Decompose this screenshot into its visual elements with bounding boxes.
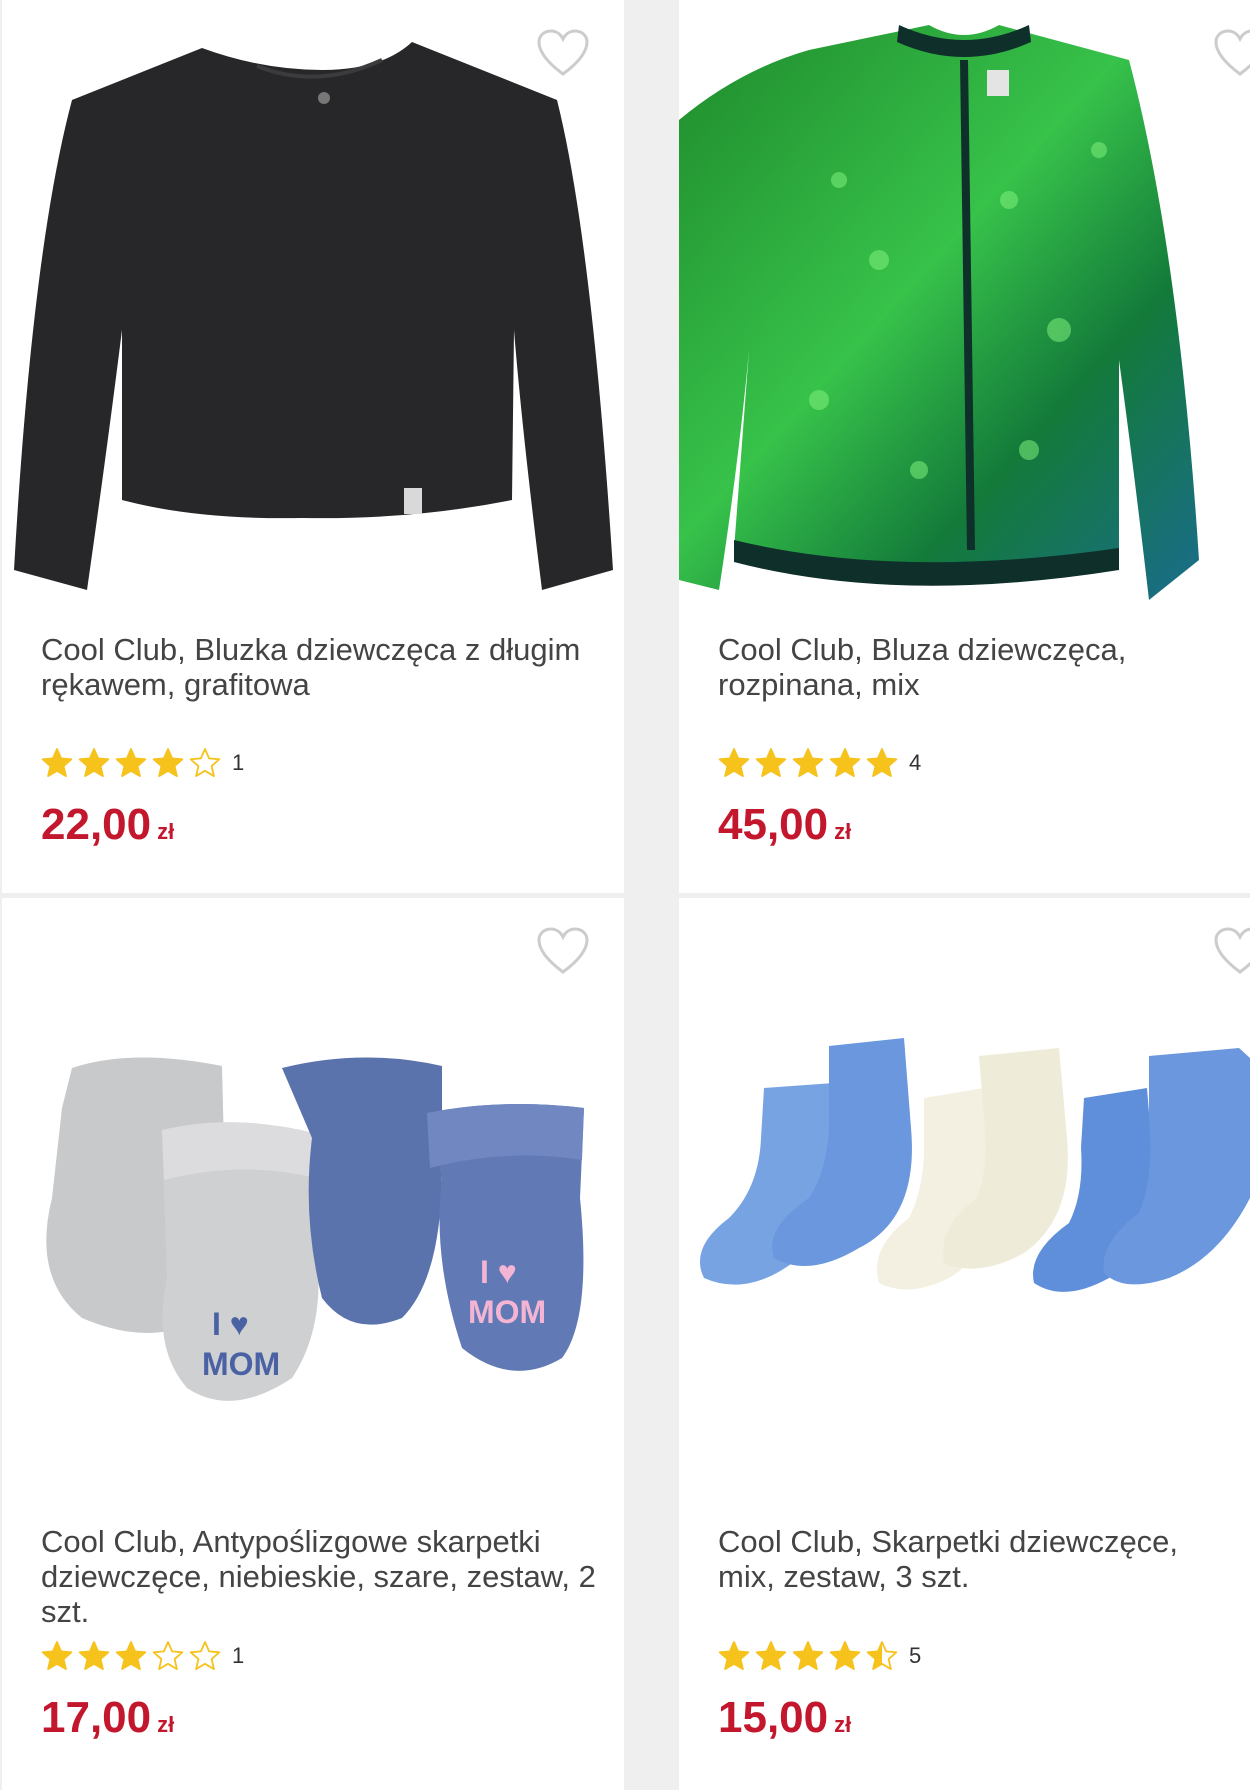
price-amount: 15,00 — [718, 1693, 829, 1742]
star-icon — [189, 1640, 221, 1672]
star-icon — [41, 747, 73, 779]
product-price: 15,00 zł — [718, 1693, 851, 1743]
star-icon — [41, 1640, 73, 1672]
price-amount: 45,00 — [718, 800, 829, 849]
wishlist-heart-icon[interactable] — [536, 28, 590, 78]
rating-count: 4 — [909, 750, 922, 775]
svg-text:I ♥: I ♥ — [480, 1254, 517, 1290]
star-icon — [152, 747, 184, 779]
product-card[interactable]: Cool Club, Bluza dziewczęca, rozpinana, … — [679, 0, 1250, 893]
star-icon — [718, 747, 750, 779]
product-rating: 4 — [718, 746, 921, 780]
star-icon — [866, 1640, 898, 1672]
star-icon — [78, 1640, 110, 1672]
product-title[interactable]: Cool Club, Skarpetki dziewczęce, mix, ze… — [718, 1524, 1226, 1594]
star-icon — [152, 1640, 184, 1672]
product-rating: 1 — [41, 1639, 244, 1673]
price-amount: 17,00 — [41, 1693, 152, 1742]
star-icon — [792, 747, 824, 779]
price-currency: zł — [157, 819, 175, 844]
rating-count: 1 — [232, 750, 245, 775]
wishlist-heart-icon[interactable] — [536, 926, 590, 976]
star-icon — [718, 1640, 750, 1672]
product-price: 17,00 zł — [41, 1693, 174, 1743]
star-icon — [115, 747, 147, 779]
product-price: 45,00 zł — [718, 800, 851, 850]
product-image-green-jacket[interactable] — [679, 0, 1250, 610]
product-card[interactable]: Cool Club, Skarpetki dziewczęce, mix, ze… — [679, 898, 1250, 1790]
rating-count: 1 — [232, 1643, 245, 1668]
product-card[interactable]: I ♥ MOM I ♥ MOM Cool Club, Antypoślizgow… — [2, 898, 624, 1790]
wishlist-heart-icon[interactable] — [1213, 28, 1250, 78]
price-currency: zł — [834, 1712, 852, 1737]
star-icon — [78, 747, 110, 779]
svg-text:MOM: MOM — [468, 1294, 546, 1330]
product-rating: 1 — [41, 746, 244, 780]
product-image-black-top[interactable] — [2, 0, 624, 610]
star-icon — [792, 1640, 824, 1672]
price-currency: zł — [157, 1712, 175, 1737]
product-image-socks-set[interactable] — [679, 898, 1250, 1508]
product-card[interactable]: Cool Club, Bluzka dziewczęca z długim rę… — [2, 0, 624, 893]
star-icon — [829, 747, 861, 779]
rating-count: 5 — [909, 1643, 922, 1668]
star-icon — [866, 747, 898, 779]
price-amount: 22,00 — [41, 800, 152, 849]
star-icon — [755, 747, 787, 779]
product-title[interactable]: Cool Club, Bluzka dziewczęca z długim rę… — [41, 632, 600, 702]
svg-text:I ♥: I ♥ — [212, 1306, 249, 1342]
wishlist-heart-icon[interactable] — [1213, 926, 1250, 976]
product-price: 22,00 zł — [41, 800, 174, 850]
product-image-baby-socks[interactable]: I ♥ MOM I ♥ MOM — [2, 898, 624, 1508]
star-icon — [829, 1640, 861, 1672]
product-title[interactable]: Cool Club, Antypoślizgowe skarpetki dzie… — [41, 1524, 600, 1629]
star-icon — [755, 1640, 787, 1672]
svg-text:MOM: MOM — [202, 1346, 280, 1382]
price-currency: zł — [834, 819, 852, 844]
product-title[interactable]: Cool Club, Bluza dziewczęca, rozpinana, … — [718, 632, 1226, 702]
star-icon — [115, 1640, 147, 1672]
star-icon — [189, 747, 221, 779]
product-grid: Cool Club, Bluzka dziewczęca z długim rę… — [0, 0, 1250, 1790]
product-rating: 5 — [718, 1639, 921, 1673]
